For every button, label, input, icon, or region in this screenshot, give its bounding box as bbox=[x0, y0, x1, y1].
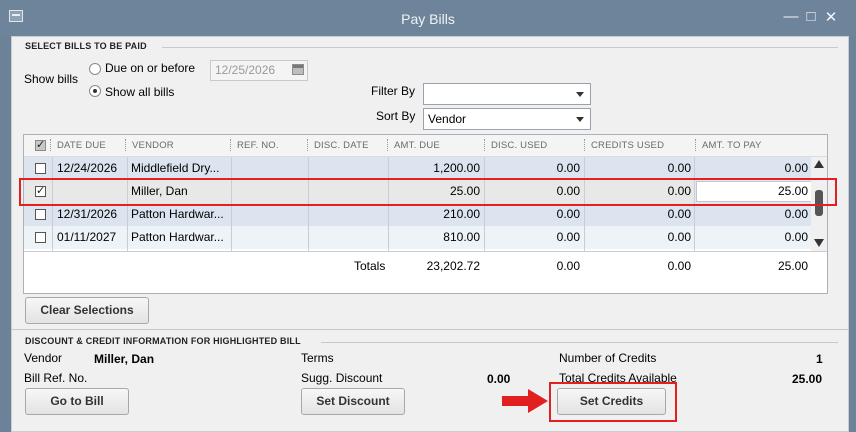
set-credits-button[interactable]: Set Credits bbox=[557, 388, 666, 415]
num-credits-label: Number of Credits bbox=[559, 351, 657, 365]
section-divider bbox=[162, 47, 838, 48]
column-header-credits-used[interactable]: CREDITS USED bbox=[591, 140, 664, 151]
row-checkbox[interactable] bbox=[35, 232, 46, 243]
total-amt-to-pay: 25.00 bbox=[777, 259, 808, 273]
date-due-cell: 12/24/2026 bbox=[57, 161, 118, 175]
disc-date-cell bbox=[311, 157, 385, 180]
amt-due-cell: 1,200.00 bbox=[433, 161, 480, 175]
minimize-icon[interactable]: — bbox=[782, 8, 800, 25]
due-date-value: 12/25/2026 bbox=[215, 63, 276, 77]
due-on-or-before-label[interactable]: Due on or before bbox=[105, 61, 195, 75]
total-credits-value: 25.00 bbox=[792, 372, 823, 386]
show-all-bills-label[interactable]: Show all bills bbox=[105, 85, 174, 99]
set-discount-button[interactable]: Set Discount bbox=[301, 388, 405, 415]
total-amt-due: 23,202.72 bbox=[426, 259, 480, 273]
show-all-bills-radio[interactable] bbox=[89, 85, 101, 97]
table-row[interactable]: 12/24/2026 Middlefield Dry... 1,200.00 0… bbox=[24, 157, 814, 180]
go-to-bill-button[interactable]: Go to Bill bbox=[25, 388, 129, 415]
num-credits-value: 1 bbox=[816, 352, 823, 366]
disc-date-cell bbox=[311, 203, 385, 226]
sort-by-value: Vendor bbox=[428, 112, 467, 126]
column-header-amt-due[interactable]: AMT. DUE bbox=[394, 140, 440, 151]
scroll-up-icon[interactable] bbox=[814, 160, 824, 168]
section-divider bbox=[12, 329, 848, 330]
total-credits-used: 0.00 bbox=[667, 259, 691, 273]
highlight-box bbox=[19, 178, 837, 206]
due-on-or-before-radio[interactable] bbox=[89, 63, 101, 75]
filter-by-label: Filter By bbox=[371, 84, 416, 98]
chevron-down-icon bbox=[576, 117, 584, 122]
vendor-cell: Patton Hardwar... bbox=[131, 230, 224, 244]
total-disc-used: 0.00 bbox=[556, 259, 580, 273]
date-due-cell: 01/11/2027 bbox=[57, 230, 117, 244]
column-separator bbox=[484, 139, 485, 151]
column-separator bbox=[125, 139, 126, 151]
amt-to-pay-cell[interactable]: 0.00 bbox=[696, 226, 808, 249]
table-row[interactable]: 01/11/2027 Patton Hardwar... 810.00 0.00… bbox=[24, 226, 814, 249]
vendor-value: Miller, Dan bbox=[94, 352, 155, 366]
window-title: Pay Bills bbox=[401, 11, 455, 27]
terms-label: Terms bbox=[301, 351, 334, 365]
column-separator bbox=[695, 139, 696, 151]
amt-to-pay-cell[interactable]: 0.00 bbox=[696, 203, 808, 226]
filter-by-dropdown[interactable] bbox=[423, 83, 591, 105]
vendor-label: Vendor bbox=[24, 351, 63, 365]
amt-to-pay-cell[interactable]: 0.00 bbox=[696, 157, 808, 180]
table-header: DATE DUE VENDOR REF. NO. DISC. DATE AMT.… bbox=[24, 135, 827, 157]
disc-used-cell: 0.00 bbox=[556, 161, 580, 175]
column-separator bbox=[584, 139, 585, 151]
ref-no-cell bbox=[233, 203, 305, 226]
vendor-cell: Patton Hardwar... bbox=[131, 207, 224, 221]
ref-no-cell bbox=[233, 226, 305, 249]
title-bar: Pay Bills — □ ✕ bbox=[0, 0, 856, 36]
row-checkbox[interactable] bbox=[35, 209, 46, 220]
sort-by-dropdown[interactable]: Vendor bbox=[423, 108, 591, 130]
show-bills-label: Show bills bbox=[24, 72, 79, 86]
window-client: SELECT BILLS TO BE PAID Show bills Due o… bbox=[11, 36, 849, 432]
close-icon[interactable]: ✕ bbox=[822, 8, 840, 26]
maximize-icon[interactable]: □ bbox=[802, 8, 820, 25]
vendor-cell: Middlefield Dry... bbox=[131, 161, 220, 175]
credits-used-cell: 0.00 bbox=[667, 230, 691, 244]
column-header-date-due[interactable]: DATE DUE bbox=[57, 140, 106, 151]
amt-due-cell: 810.00 bbox=[443, 230, 480, 244]
pay-bills-window: Pay Bills — □ ✕ SELECT BILLS TO BE PAID … bbox=[0, 0, 856, 432]
credits-used-cell: 0.00 bbox=[667, 207, 691, 221]
column-header-amt-to-pay[interactable]: AMT. TO PAY bbox=[702, 140, 762, 151]
sugg-discount-label: Sugg. Discount bbox=[301, 371, 383, 385]
table-row[interactable]: 12/31/2026 Patton Hardwar... 210.00 0.00… bbox=[24, 203, 814, 226]
column-header-vendor[interactable]: VENDOR bbox=[132, 140, 174, 151]
clear-selections-button[interactable]: Clear Selections bbox=[25, 297, 149, 324]
column-header-disc-used[interactable]: DISC. USED bbox=[491, 140, 547, 151]
bill-ref-label: Bill Ref. No. bbox=[24, 371, 88, 385]
column-header-ref-no[interactable]: REF. NO. bbox=[237, 140, 279, 151]
disc-date-cell bbox=[311, 226, 385, 249]
red-arrow-icon bbox=[502, 389, 548, 413]
sugg-discount-value: 0.00 bbox=[487, 372, 511, 386]
amt-due-cell: 210.00 bbox=[443, 207, 480, 221]
column-separator bbox=[50, 139, 51, 151]
column-separator bbox=[230, 139, 231, 151]
credits-used-cell: 0.00 bbox=[667, 161, 691, 175]
select-all-checkbox[interactable] bbox=[35, 138, 46, 151]
date-due-cell: 12/31/2026 bbox=[57, 207, 118, 221]
ref-no-cell bbox=[233, 157, 305, 180]
section-divider bbox=[321, 342, 838, 343]
scroll-down-icon[interactable] bbox=[814, 239, 824, 247]
disc-used-cell: 0.00 bbox=[556, 207, 580, 221]
sort-by-label: Sort By bbox=[376, 109, 416, 123]
bills-table: DATE DUE VENDOR REF. NO. DISC. DATE AMT.… bbox=[23, 134, 828, 294]
column-header-disc-date[interactable]: DISC. DATE bbox=[314, 140, 369, 151]
select-bills-heading: SELECT BILLS TO BE PAID bbox=[25, 41, 147, 51]
column-separator bbox=[307, 139, 308, 151]
calendar-icon[interactable] bbox=[292, 64, 304, 75]
chevron-down-icon bbox=[576, 92, 584, 97]
row-checkbox[interactable] bbox=[35, 163, 46, 174]
disc-used-cell: 0.00 bbox=[556, 230, 580, 244]
discount-credit-heading: DISCOUNT & CREDIT INFORMATION FOR HIGHLI… bbox=[25, 336, 301, 346]
totals-divider bbox=[24, 251, 827, 252]
column-separator bbox=[387, 139, 388, 151]
